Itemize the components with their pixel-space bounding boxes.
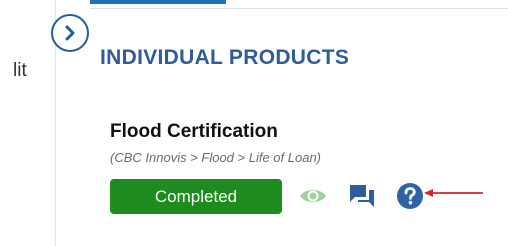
chat-icon[interactable]: [347, 182, 377, 210]
product-name: Flood Certification: [110, 121, 278, 142]
status-button[interactable]: Completed: [110, 179, 282, 214]
top-border: [90, 8, 508, 9]
question-icon[interactable]: [396, 182, 424, 210]
status-label: Completed: [154, 186, 238, 206]
section-title: INDIVIDUAL PRODUCTS: [100, 46, 350, 69]
product-path: (CBC Innovis > Flood > Life of Loan): [110, 150, 322, 165]
chevron-right-icon: [65, 25, 75, 41]
left-panel-label: lit: [13, 60, 27, 81]
collapse-panel-button[interactable]: [51, 14, 89, 52]
active-tab-indicator: [90, 0, 226, 4]
eye-icon[interactable]: [298, 184, 328, 208]
annotation-arrow-icon: [424, 189, 483, 197]
left-panel: lit: [0, 0, 56, 246]
page: lit INDIVIDUAL PRODUCTS Flood Certificat…: [0, 0, 508, 246]
